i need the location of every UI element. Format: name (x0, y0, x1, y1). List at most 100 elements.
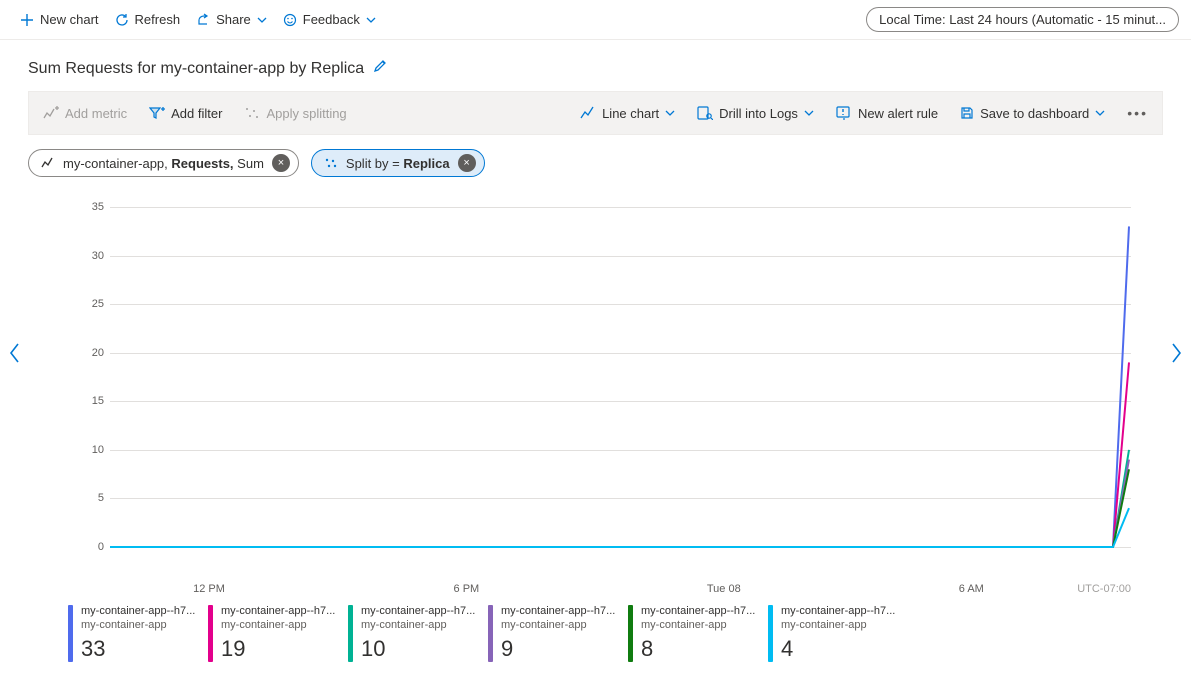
chart-title-row: Sum Requests for my-container-app by Rep… (0, 40, 1191, 87)
chart-series-line (110, 226, 1129, 547)
chevron-down-icon (665, 108, 675, 118)
next-time-button[interactable] (1169, 342, 1183, 364)
chart-series-line (110, 362, 1129, 547)
chevron-down-icon (1095, 108, 1105, 118)
legend-color-swatch (628, 605, 633, 662)
legend-item[interactable]: my-container-app--h7...my-container-app 1… (208, 605, 348, 662)
pills-row: my-container-app, Requests, Sum × Split … (0, 135, 1191, 177)
legend-color-swatch (348, 605, 353, 662)
chart-series-line (110, 508, 1129, 547)
refresh-button[interactable]: Refresh (107, 8, 189, 31)
apply-splitting-button[interactable]: Apply splitting (240, 104, 350, 123)
chevron-down-icon (257, 15, 267, 25)
logs-icon (697, 106, 713, 120)
chevron-down-icon (804, 108, 814, 118)
feedback-button[interactable]: Feedback (275, 8, 384, 31)
apply-splitting-label: Apply splitting (266, 106, 346, 121)
x-tick-label: 6 AM (959, 583, 984, 595)
legend-series-name: my-container-app--h7... (781, 605, 895, 619)
legend-item[interactable]: my-container-app--h7...my-container-app 4 (768, 605, 908, 662)
legend-series-sub: my-container-app (641, 619, 755, 633)
legend-series-value: 4 (781, 635, 895, 663)
legend-item[interactable]: my-container-app--h7...my-container-app3… (68, 605, 208, 662)
split-icon (324, 157, 338, 169)
edit-title-button[interactable] (372, 58, 388, 79)
legend-series-value: 8 (641, 635, 755, 663)
share-label: Share (216, 12, 251, 27)
legend-series-name: my-container-app--h7... (501, 605, 615, 619)
legend-item[interactable]: my-container-app--h7...my-container-app 1… (348, 605, 488, 662)
line-chart-icon (580, 106, 596, 120)
legend: my-container-app--h7...my-container-app3… (0, 577, 1191, 674)
split-pill[interactable]: Split by = Replica × (311, 149, 485, 177)
share-button[interactable]: Share (188, 8, 275, 31)
legend-color-swatch (208, 605, 213, 662)
save-dashboard-label: Save to dashboard (980, 106, 1089, 121)
legend-series-name: my-container-app--h7... (361, 605, 475, 619)
plus-icon (20, 13, 34, 27)
chevron-down-icon (366, 15, 376, 25)
new-chart-label: New chart (40, 12, 99, 27)
chart-svg (60, 207, 1131, 549)
ellipsis-icon: ••• (1127, 105, 1148, 121)
time-range-label: Local Time: Last 24 hours (Automatic - 1… (879, 12, 1166, 27)
legend-color-swatch (488, 605, 493, 662)
chart-type-label: Line chart (602, 106, 659, 121)
feedback-label: Feedback (303, 12, 360, 27)
legend-series-sub: my-container-app (361, 619, 475, 633)
refresh-icon (115, 13, 129, 27)
legend-color-swatch (68, 605, 73, 662)
pencil-icon (372, 58, 388, 74)
legend-series-sub: my-container-app (781, 619, 895, 633)
time-range-picker[interactable]: Local Time: Last 24 hours (Automatic - 1… (866, 7, 1179, 32)
chart-type-button[interactable]: Line chart (576, 104, 679, 123)
x-tick-label: 12 PM (193, 583, 225, 595)
new-chart-button[interactable]: New chart (12, 8, 107, 31)
remove-split-button[interactable]: × (458, 154, 476, 172)
legend-series-value: 10 (361, 635, 475, 663)
share-icon (196, 13, 210, 27)
legend-item[interactable]: my-container-app--h7...my-container-app8 (628, 605, 768, 662)
remove-metric-button[interactable]: × (272, 154, 290, 172)
chart-series-line (110, 469, 1129, 547)
add-metric-label: Add metric (65, 106, 127, 121)
metric-pill[interactable]: my-container-app, Requests, Sum × (28, 149, 299, 177)
add-filter-label: Add filter (171, 106, 222, 121)
x-tick-label: 6 PM (454, 583, 480, 595)
smiley-icon (283, 13, 297, 27)
metric-name: Requests, (171, 156, 233, 171)
save-dashboard-button[interactable]: Save to dashboard (956, 104, 1109, 123)
prev-time-button[interactable] (8, 342, 22, 364)
chart-config-toolbar: Add metric Add filter Apply splitting Li… (28, 91, 1163, 135)
legend-item[interactable]: my-container-app--h7...my-container-app 9 (488, 605, 628, 662)
legend-series-name: my-container-app--h7... (81, 605, 195, 619)
chart-area: 0510152025303512 PM6 PMTue 086 AMUTC-07:… (48, 207, 1143, 577)
chart-series-line (110, 460, 1129, 547)
split-value: Replica (403, 156, 449, 171)
metric-scope: my-container-app, (63, 156, 168, 171)
metric-plus-icon (43, 106, 59, 120)
x-tick-label: Tue 08 (707, 583, 741, 595)
legend-series-sub: my-container-app (501, 619, 615, 633)
timezone-label: UTC-07:00 (1077, 583, 1131, 595)
add-metric-button[interactable]: Add metric (39, 104, 131, 123)
legend-color-swatch (768, 605, 773, 662)
legend-series-name: my-container-app--h7... (221, 605, 335, 619)
more-button[interactable]: ••• (1123, 103, 1152, 123)
add-filter-button[interactable]: Add filter (145, 104, 226, 123)
legend-series-sub: my-container-app (81, 619, 195, 633)
new-alert-button[interactable]: New alert rule (832, 104, 942, 123)
legend-series-sub: my-container-app (221, 619, 335, 633)
chart-plot[interactable]: 0510152025303512 PM6 PMTue 086 AMUTC-07:… (60, 207, 1131, 577)
split-prefix: Split by = (346, 156, 400, 171)
legend-series-value: 19 (221, 635, 335, 663)
filter-plus-icon (149, 106, 165, 120)
drill-logs-label: Drill into Logs (719, 106, 798, 121)
new-alert-label: New alert rule (858, 106, 938, 121)
chart-title-text: Sum Requests for my-container-app by Rep… (28, 60, 364, 78)
refresh-label: Refresh (135, 12, 181, 27)
legend-series-value: 9 (501, 635, 615, 663)
drill-logs-button[interactable]: Drill into Logs (693, 104, 818, 123)
chart-series-line (110, 450, 1129, 547)
save-icon (960, 106, 974, 120)
